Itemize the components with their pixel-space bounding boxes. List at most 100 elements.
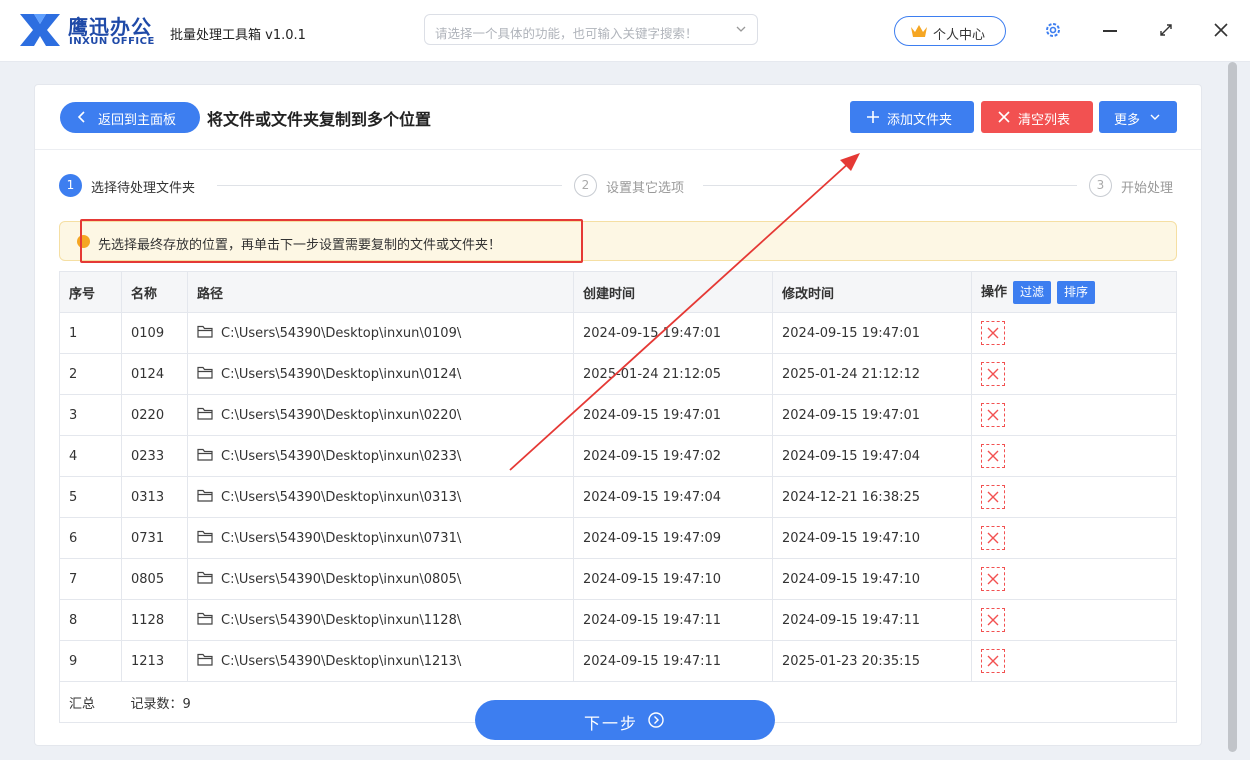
folder-icon — [197, 366, 213, 379]
delete-x-icon — [987, 655, 999, 667]
row-action-cell — [971, 435, 1177, 477]
step-2-number: 2 — [574, 174, 597, 197]
delete-x-icon — [987, 573, 999, 585]
next-step-button[interactable]: 下一步 — [475, 700, 775, 740]
row-path-cell: C:\Users\54390\Desktop\inxun\0109\ — [187, 312, 574, 354]
row-path: C:\Users\54390\Desktop\inxun\0731\ — [221, 531, 462, 546]
row-path: C:\Users\54390\Desktop\inxun\1213\ — [221, 654, 462, 669]
summary-label: 汇总 — [59, 681, 122, 723]
row-action-cell — [971, 558, 1177, 600]
delete-x-icon — [987, 368, 999, 380]
step-1-label: 选择待处理文件夹 — [91, 181, 196, 196]
scrollbar-thumb[interactable] — [1228, 62, 1237, 752]
gear-icon[interactable] — [1044, 21, 1062, 39]
row-modified: 2024-09-15 19:47:10 — [772, 558, 972, 600]
search-input[interactable]: 请选择一个具体的功能，也可输入关键字搜索！ — [424, 14, 758, 45]
app-title: 批量处理工具箱 v1.0.1 — [170, 28, 306, 43]
row-action-cell — [971, 517, 1177, 559]
maximize-icon[interactable] — [1158, 22, 1174, 38]
personal-center-label: 个人中心 — [933, 28, 986, 43]
row-name: 1128 — [121, 599, 188, 641]
chevron-down-icon[interactable] — [735, 23, 747, 35]
delete-row-button[interactable] — [981, 649, 1005, 673]
row-path: C:\Users\54390\Desktop\inxun\0233\ — [221, 449, 462, 464]
delete-x-icon — [987, 491, 999, 503]
action-header-label: 操作 — [981, 284, 1008, 300]
row-name: 0220 — [121, 394, 188, 436]
row-index: 7 — [59, 558, 122, 600]
delete-x-icon — [987, 409, 999, 421]
delete-row-button[interactable] — [981, 362, 1005, 386]
delete-row-button[interactable] — [981, 403, 1005, 427]
back-label: 返回到主面板 — [98, 113, 177, 128]
table-header-row: 序号 名称 路径 创建时间 修改时间 操作 过滤 排序 — [59, 271, 1177, 313]
step-2-label: 设置其它选项 — [606, 181, 685, 196]
row-modified: 2024-09-15 19:47:01 — [772, 312, 972, 354]
step-connector — [703, 185, 1077, 186]
row-index: 5 — [59, 476, 122, 518]
row-path-cell: C:\Users\54390\Desktop\inxun\1213\ — [187, 640, 574, 682]
row-modified: 2024-09-15 19:47:04 — [772, 435, 972, 477]
crown-icon — [911, 25, 927, 37]
personal-center-button[interactable]: 个人中心 — [894, 16, 1006, 46]
sort-button[interactable]: 排序 — [1057, 280, 1096, 304]
close-x-icon — [998, 111, 1010, 123]
delete-x-icon — [987, 450, 999, 462]
row-modified: 2025-01-23 20:35:15 — [772, 640, 972, 682]
row-path: C:\Users\54390\Desktop\inxun\0124\ — [221, 367, 462, 382]
more-button[interactable]: 更多 — [1099, 101, 1177, 133]
delete-row-button[interactable] — [981, 526, 1005, 550]
add-folder-label: 添加文件夹 — [887, 113, 953, 128]
folder-table: 序号 名称 路径 创建时间 修改时间 操作 过滤 排序 1 0109 C:\Users\… — [59, 271, 1177, 723]
back-to-main-button[interactable]: 返回到主面板 — [60, 102, 200, 133]
row-name: 0124 — [121, 353, 188, 395]
step-1-number: 1 — [59, 174, 82, 197]
row-created: 2025-01-24 21:12:05 — [573, 353, 773, 395]
scrollbar[interactable] — [1227, 62, 1239, 752]
delete-row-button[interactable] — [981, 485, 1005, 509]
folder-icon — [197, 448, 213, 461]
close-icon[interactable] — [1213, 22, 1229, 38]
app-logo-icon — [20, 14, 60, 46]
row-path-cell: C:\Users\54390\Desktop\inxun\0805\ — [187, 558, 574, 600]
folder-icon — [197, 407, 213, 420]
add-folder-button[interactable]: 添加文件夹 — [850, 101, 974, 133]
row-path-cell: C:\Users\54390\Desktop\inxun\0124\ — [187, 353, 574, 395]
folder-icon — [197, 571, 213, 584]
row-action-cell — [971, 353, 1177, 395]
delete-row-button[interactable] — [981, 608, 1005, 632]
col-modified-header: 修改时间 — [772, 271, 972, 313]
minimize-icon[interactable] — [1103, 30, 1117, 32]
step-connector — [217, 185, 562, 186]
table-row: 7 0805 C:\Users\54390\Desktop\inxun\0805\ 2… — [59, 558, 1177, 600]
row-name: 0313 — [121, 476, 188, 518]
chevron-down-icon — [1150, 114, 1160, 120]
clear-list-button[interactable]: 清空列表 — [981, 101, 1093, 133]
row-path: C:\Users\54390\Desktop\inxun\0220\ — [221, 408, 462, 423]
filter-button[interactable]: 过滤 — [1013, 280, 1052, 304]
title-bar: 鹰迅办公 INXUN OFFICE 批量处理工具箱 v1.0.1 请选择一个具体… — [0, 0, 1250, 62]
delete-row-button[interactable] — [981, 567, 1005, 591]
row-created: 2024-09-15 19:47:11 — [573, 599, 773, 641]
delete-row-button[interactable] — [981, 444, 1005, 468]
logo-subtext: INXUN OFFICE — [69, 36, 155, 47]
delete-x-icon — [987, 327, 999, 339]
row-modified: 2024-12-21 16:38:25 — [772, 476, 972, 518]
row-action-cell — [971, 599, 1177, 641]
col-name-header: 名称 — [121, 271, 188, 313]
main-panel: 返回到主面板 将文件或文件夹复制到多个位置 添加文件夹 清空列表 更多 1 选择… — [34, 84, 1202, 746]
folder-icon — [197, 530, 213, 543]
row-created: 2024-09-15 19:47:04 — [573, 476, 773, 518]
table-row: 1 0109 C:\Users\54390\Desktop\inxun\0109\ 2… — [59, 312, 1177, 354]
highlight-box-annotation — [80, 219, 583, 263]
row-index: 8 — [59, 599, 122, 641]
row-path-cell: C:\Users\54390\Desktop\inxun\0220\ — [187, 394, 574, 436]
row-action-cell — [971, 312, 1177, 354]
table-row: 9 1213 C:\Users\54390\Desktop\inxun\1213\ 2… — [59, 640, 1177, 682]
row-created: 2024-09-15 19:47:01 — [573, 394, 773, 436]
table-row: 5 0313 C:\Users\54390\Desktop\inxun\0313\ 2… — [59, 476, 1177, 518]
col-path-header: 路径 — [187, 271, 574, 313]
search-placeholder: 请选择一个具体的功能，也可输入关键字搜索！ — [435, 26, 698, 41]
delete-row-button[interactable] — [981, 321, 1005, 345]
row-path: C:\Users\54390\Desktop\inxun\0805\ — [221, 572, 462, 587]
